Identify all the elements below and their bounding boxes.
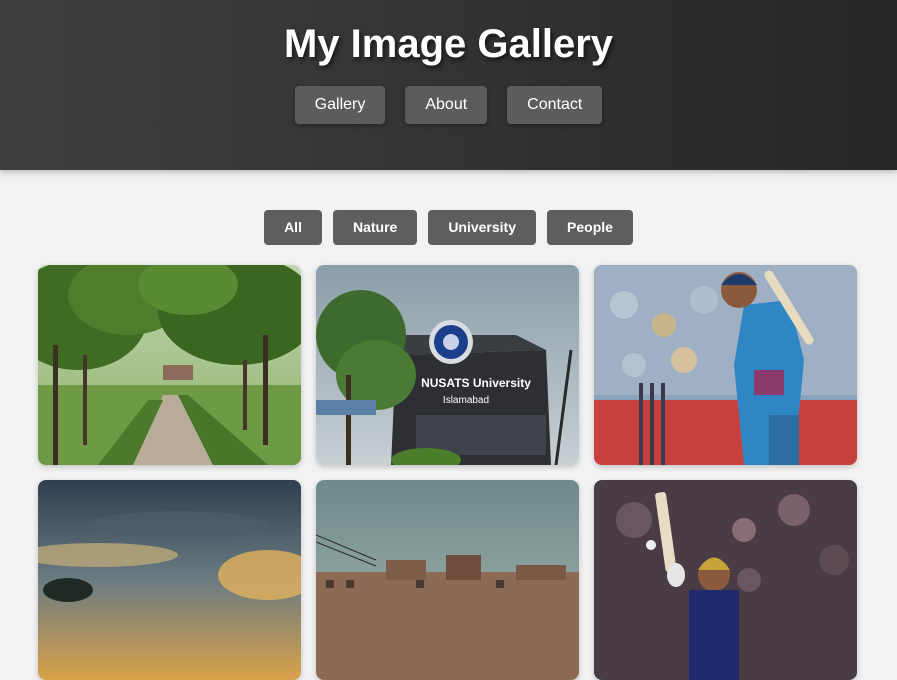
nav-gallery-button[interactable]: Gallery — [294, 86, 386, 124]
university-photo: NUSATS University Islamabad — [316, 265, 579, 465]
city-buildings-photo — [316, 480, 579, 680]
university-sign-subtext: Islamabad — [443, 395, 489, 406]
gallery-image-sunset[interactable] — [38, 480, 301, 680]
university-sign-text: NUSATS University — [421, 376, 531, 390]
site-title: My Image Gallery — [283, 22, 614, 66]
main-nav: Gallery About Contact — [0, 86, 897, 124]
park-path-photo — [38, 265, 301, 465]
filter-all-button[interactable]: All — [264, 210, 322, 245]
gallery-image-cricketer-celebrating[interactable] — [594, 480, 857, 680]
site-header: My Image Gallery Gallery About Contact — [0, 0, 897, 170]
filter-bar: All Nature University People — [0, 210, 897, 245]
cricket-batsman-photo — [594, 265, 857, 465]
nav-contact-button[interactable]: Contact — [507, 86, 603, 124]
gallery-image-city-buildings[interactable] — [316, 480, 579, 680]
gallery-image-cricket-batsman[interactable] — [594, 265, 857, 465]
filter-people-button[interactable]: People — [547, 210, 633, 245]
filter-university-button[interactable]: University — [428, 210, 537, 245]
gallery-image-park-path[interactable] — [38, 265, 301, 465]
filter-nature-button[interactable]: Nature — [332, 210, 418, 245]
sunset-photo — [38, 480, 301, 680]
gallery-image-university[interactable]: NUSATS University Islamabad — [316, 265, 579, 465]
cricketer-celebrating-photo — [594, 480, 857, 680]
nav-about-button[interactable]: About — [405, 86, 488, 124]
